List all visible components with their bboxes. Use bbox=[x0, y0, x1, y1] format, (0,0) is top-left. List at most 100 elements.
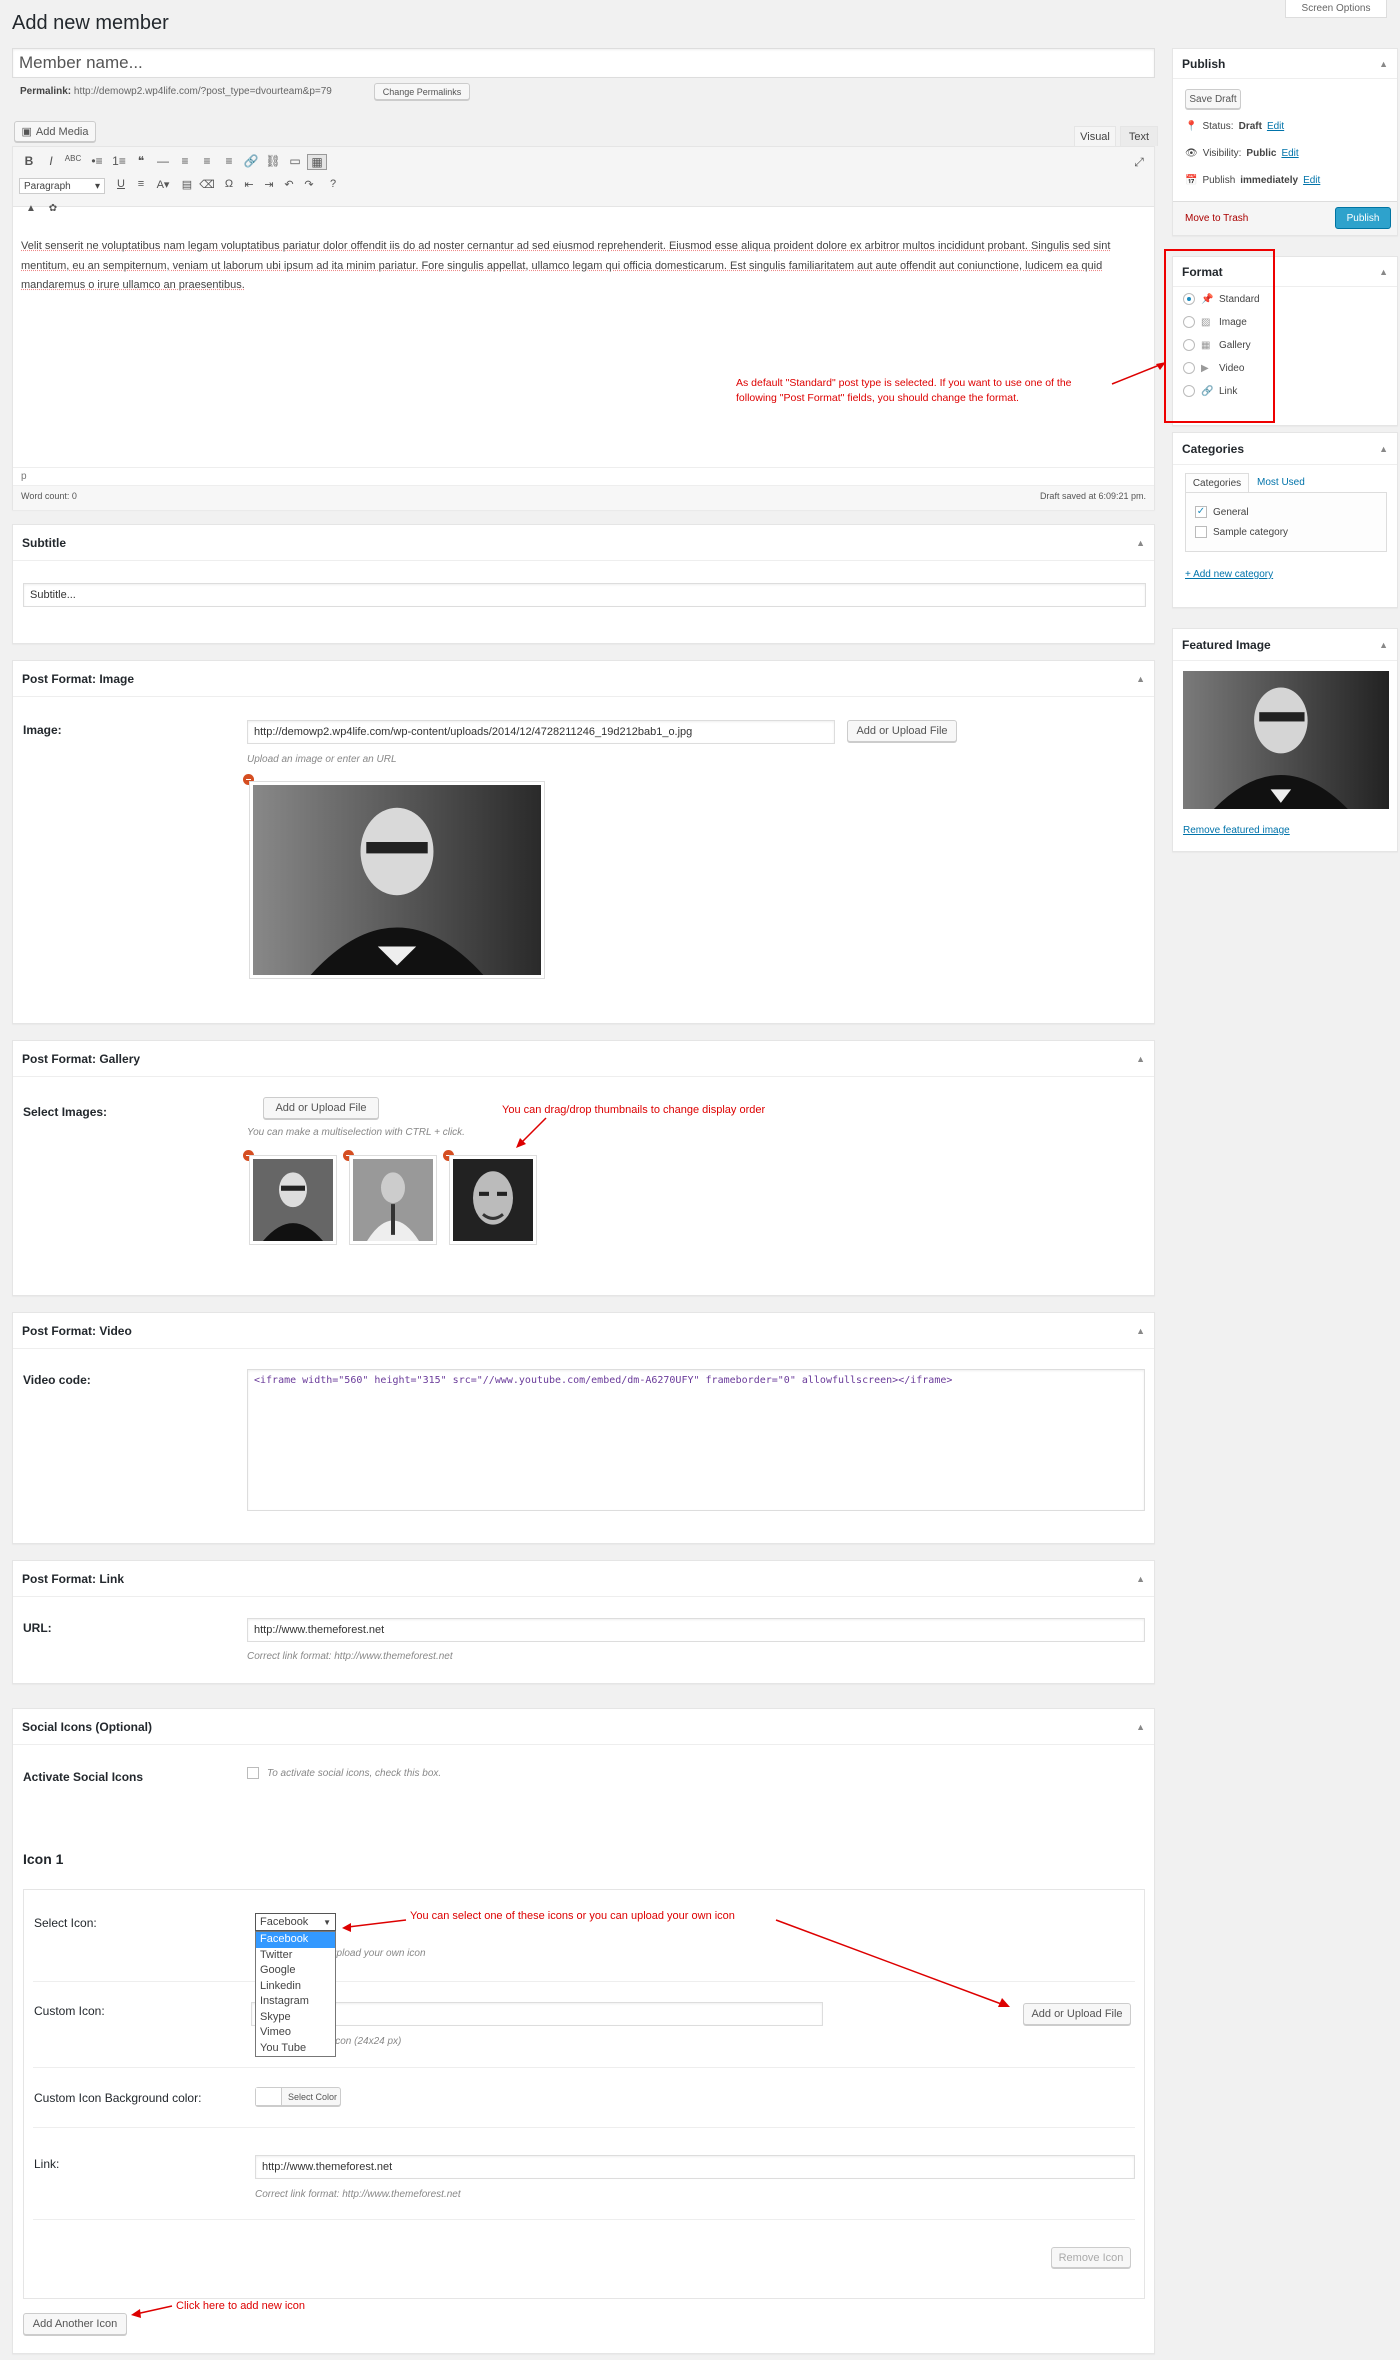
checkbox[interactable] bbox=[1195, 526, 1207, 538]
add-media-button[interactable]: ▣ Add Media bbox=[14, 121, 96, 142]
categories-header[interactable]: Categories ▲ bbox=[1173, 433, 1397, 465]
align-left-icon[interactable]: ≡ bbox=[175, 154, 195, 168]
paste-text-icon[interactable]: ▤ bbox=[177, 178, 197, 191]
publish-header[interactable]: Publish ▲ bbox=[1173, 49, 1397, 79]
horizontal-rule-icon[interactable]: — bbox=[153, 154, 173, 168]
publish-button[interactable]: Publish bbox=[1335, 207, 1391, 229]
blockquote-icon[interactable]: ❝ bbox=[131, 154, 151, 168]
clear-formatting-icon[interactable]: ⌫ bbox=[197, 178, 217, 191]
screen-options-button[interactable]: Screen Options bbox=[1285, 0, 1387, 18]
subtitle-header[interactable]: Subtitle ▲ bbox=[13, 525, 1154, 561]
unlink-icon[interactable]: ⛓ bbox=[263, 154, 283, 168]
remove-icon-button[interactable]: Remove Icon bbox=[1051, 2247, 1131, 2268]
italic-icon[interactable]: I bbox=[41, 154, 61, 168]
badge-icon[interactable]: ✿ bbox=[43, 203, 63, 214]
collapse-icon[interactable]: ▲ bbox=[1136, 1574, 1145, 1584]
featured-header[interactable]: Featured Image ▲ bbox=[1173, 629, 1397, 661]
pf-video-header[interactable]: Post Format: Video ▲ bbox=[13, 1313, 1154, 1349]
title-input[interactable]: Member name... bbox=[12, 48, 1155, 78]
select-option-google[interactable]: Google bbox=[256, 1963, 335, 1979]
featured-image[interactable] bbox=[1183, 671, 1389, 809]
category-general[interactable]: ✓ General bbox=[1195, 506, 1249, 518]
numbered-list-icon[interactable]: 1≡ bbox=[109, 154, 129, 168]
gallery-upload-button[interactable]: Add or Upload File bbox=[263, 1097, 379, 1119]
outdent-icon[interactable]: ⇤ bbox=[239, 178, 259, 191]
remove-featured-link[interactable]: Remove featured image bbox=[1183, 825, 1290, 836]
bold-icon[interactable]: B bbox=[19, 154, 39, 168]
special-character-icon[interactable]: Ω bbox=[219, 178, 239, 190]
url-input[interactable]: http://www.themeforest.net bbox=[247, 1618, 1145, 1642]
social-header[interactable]: Social Icons (Optional) ▲ bbox=[13, 1709, 1154, 1745]
tab-categories[interactable]: Categories bbox=[1185, 473, 1249, 492]
align-right-icon[interactable]: ≡ bbox=[219, 154, 239, 168]
select-option-facebook[interactable]: Facebook bbox=[256, 1932, 335, 1948]
permalink-url[interactable]: http://demowp2.wp4life.com/?post_type=dv… bbox=[74, 86, 332, 97]
add-media-label: Add Media bbox=[35, 125, 89, 138]
select-option-you-tube[interactable]: You Tube bbox=[256, 2041, 335, 2057]
checkbox[interactable]: ✓ bbox=[1195, 506, 1207, 518]
collapse-icon[interactable]: ▲ bbox=[1136, 1326, 1145, 1336]
collapse-icon[interactable]: ▲ bbox=[1136, 1054, 1145, 1064]
add-new-category-link[interactable]: + Add new category bbox=[1185, 569, 1273, 580]
image-upload-button[interactable]: Add or Upload File bbox=[847, 720, 957, 742]
image-url-input[interactable]: http://demowp2.wp4life.com/wp-content/up… bbox=[247, 720, 835, 744]
fullscreen-icon[interactable]: ⤢ bbox=[1129, 155, 1149, 170]
help-icon[interactable]: ? bbox=[323, 178, 343, 190]
gallery-thumb-1[interactable] bbox=[249, 1155, 337, 1245]
align-center-icon[interactable]: ≡ bbox=[197, 154, 217, 168]
redo-icon[interactable]: ↷ bbox=[299, 178, 319, 191]
pf-link-header[interactable]: Post Format: Link ▲ bbox=[13, 1561, 1154, 1597]
word-count: Word count: 0 bbox=[21, 491, 77, 501]
kitchen-sink-icon[interactable]: ▲ bbox=[21, 203, 41, 214]
save-draft-button[interactable]: Save Draft bbox=[1185, 89, 1241, 109]
tab-text[interactable]: Text bbox=[1120, 126, 1158, 146]
strikethrough-icon[interactable]: ABC bbox=[63, 154, 83, 163]
pf-video-title: Post Format: Video bbox=[22, 1323, 132, 1338]
select-option-linkedin[interactable]: Linkedin bbox=[256, 1979, 335, 1995]
editor-content[interactable]: Velit senserit ne voluptatibus nam legam… bbox=[21, 237, 1147, 296]
activate-checkbox[interactable]: To activate social icons, check this box… bbox=[247, 1767, 441, 1779]
select-option-skype[interactable]: Skype bbox=[256, 2010, 335, 2026]
select-option-twitter[interactable]: Twitter bbox=[256, 1948, 335, 1964]
toolbar-toggle-icon[interactable]: ▦ bbox=[307, 154, 327, 170]
gallery-thumb-3[interactable] bbox=[449, 1155, 537, 1245]
link-input[interactable]: http://www.themeforest.net bbox=[255, 2155, 1135, 2179]
justify-icon[interactable]: ≡ bbox=[131, 178, 151, 190]
pf-image-header[interactable]: Post Format: Image ▲ bbox=[13, 661, 1154, 697]
insert-more-icon[interactable]: ▭ bbox=[285, 154, 305, 168]
format-select[interactable]: Paragraph ▾ bbox=[19, 178, 105, 194]
move-to-trash-link[interactable]: Move to Trash bbox=[1185, 213, 1248, 224]
underline-icon[interactable]: U bbox=[111, 178, 131, 190]
visibility-edit-link[interactable]: Edit bbox=[1281, 148, 1298, 159]
select-color-button[interactable]: Select Color bbox=[255, 2087, 341, 2106]
collapse-icon[interactable]: ▲ bbox=[1379, 444, 1388, 454]
select-option-vimeo[interactable]: Vimeo bbox=[256, 2025, 335, 2041]
gallery-thumb-2[interactable] bbox=[349, 1155, 437, 1245]
indent-icon[interactable]: ⇥ bbox=[259, 178, 279, 191]
collapse-icon[interactable]: ▲ bbox=[1379, 59, 1388, 69]
change-permalinks-button[interactable]: Change Permalinks bbox=[374, 83, 470, 100]
select-option-instagram[interactable]: Instagram bbox=[256, 1994, 335, 2010]
checkbox[interactable] bbox=[247, 1767, 259, 1779]
select-icon-dropdown[interactable]: Facebook ▼ bbox=[255, 1913, 336, 1931]
category-sample[interactable]: Sample category bbox=[1195, 526, 1288, 538]
tab-most-used[interactable]: Most Used bbox=[1257, 477, 1305, 488]
video-code-textarea[interactable]: <iframe width="560" height="315" src="//… bbox=[247, 1369, 1145, 1511]
subtitle-input[interactable]: Subtitle... bbox=[23, 583, 1146, 607]
tab-visual[interactable]: Visual bbox=[1074, 126, 1116, 146]
collapse-icon[interactable]: ▲ bbox=[1136, 1722, 1145, 1732]
undo-icon[interactable]: ↶ bbox=[279, 178, 299, 191]
image-desc: Upload an image or enter an URL bbox=[247, 754, 397, 765]
collapse-icon[interactable]: ▲ bbox=[1379, 640, 1388, 650]
status-edit-link[interactable]: Edit bbox=[1267, 121, 1284, 132]
collapse-icon[interactable]: ▲ bbox=[1136, 674, 1145, 684]
select-color-label: Select Color bbox=[288, 2091, 338, 2102]
text-color-icon[interactable]: A▾ bbox=[153, 178, 173, 191]
publish-time-edit-link[interactable]: Edit bbox=[1303, 175, 1320, 186]
bullet-list-icon[interactable]: •≡ bbox=[87, 154, 107, 168]
pf-gallery-header[interactable]: Post Format: Gallery ▲ bbox=[13, 1041, 1154, 1077]
add-another-icon-button[interactable]: Add Another Icon bbox=[23, 2313, 127, 2335]
collapse-icon[interactable]: ▲ bbox=[1136, 538, 1145, 548]
link-icon[interactable]: 🔗 bbox=[241, 154, 261, 168]
collapse-icon[interactable]: ▲ bbox=[1379, 267, 1388, 277]
